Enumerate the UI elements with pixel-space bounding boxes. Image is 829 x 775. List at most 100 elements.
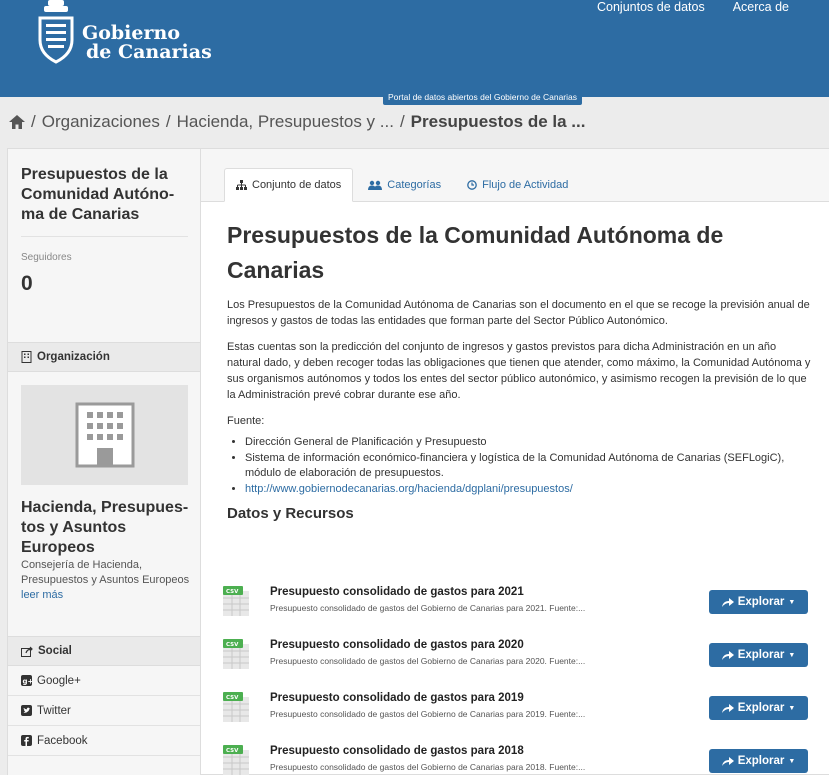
sitemap-icon <box>236 180 247 190</box>
resource-item[interactable]: CSV Presupuesto consolidado de gastos pa… <box>223 745 823 775</box>
breadcrumb-separator: / <box>165 112 171 131</box>
building-icon <box>21 351 32 363</box>
caret-down-icon: ▼ <box>788 704 796 712</box>
explore-button[interactable]: Explorar ▼ <box>709 643 808 667</box>
breadcrumb-organization[interactable]: Hacienda, Presupuestos y ... <box>177 112 394 132</box>
resource-description: Presupuesto consolidado de gastos del Go… <box>270 656 586 666</box>
dataset-content: Presupuestos de la Comunidad Autónoma de… <box>227 218 812 522</box>
page-title: Presupuestos de la Comunidad Autónoma de… <box>227 222 724 283</box>
tab-categories-label: Categorías <box>387 179 442 191</box>
explore-button-label: Explorar <box>737 596 785 608</box>
organization-image[interactable] <box>21 385 188 485</box>
tab-dataset[interactable]: Conjunto de datos <box>224 168 354 202</box>
organization-description-text: Consejería de Hacienda, Presupuestos y A… <box>21 559 190 586</box>
explore-button-label: Explorar <box>737 702 785 714</box>
twitter-icon <box>21 705 32 716</box>
nav-about[interactable]: Acerca de <box>733 0 789 14</box>
site-tagline: Portal de datos abiertos del Gobierno de… <box>383 90 583 105</box>
source-item: Dirección General de Planificación y Pre… <box>245 435 812 450</box>
breadcrumb: / Organizaciones / Hacienda, Presupuesto… <box>9 112 585 132</box>
social-facebook-label: Facebook <box>37 734 88 747</box>
svg-text:CSV: CSV <box>226 642 239 648</box>
share-arrow-icon <box>721 704 734 713</box>
resource-item[interactable]: CSV Presupuesto consolidado de gastos pa… <box>223 692 823 728</box>
top-nav: Conjuntos de datos Acerca de <box>597 0 789 14</box>
followers-label: Seguidores <box>21 252 72 263</box>
resource-description: Presupuesto consolidado de gastos del Go… <box>270 762 586 772</box>
resource-title[interactable]: Presupuesto consolidado de gastos para 2… <box>270 745 524 757</box>
organization-name: Hacienda, Presupues-tos y Asuntos Europe… <box>21 499 189 556</box>
main-panel: Presupuestos de la Comunidad Autóno-ma d… <box>7 148 829 775</box>
svg-text:g+: g+ <box>23 678 33 686</box>
divider <box>21 236 188 237</box>
svg-text:CSV: CSV <box>226 748 239 754</box>
description-paragraph-1: Los Presupuestos de la Comunidad Autónom… <box>227 299 810 327</box>
tabs: Conjunto de datos Categorías Flujo de Ac… <box>224 168 579 202</box>
organization-section-header: Organización <box>8 342 200 372</box>
read-more-link[interactable]: leer más <box>21 589 63 601</box>
social-twitter-label: Twitter <box>37 704 71 717</box>
caret-down-icon: ▼ <box>788 757 796 765</box>
site-logo[interactable]: Gobierno de Canarias <box>36 0 212 66</box>
source-label: Fuente: <box>227 415 265 427</box>
source-link[interactable]: http://www.gobiernodecanarias.org/hacien… <box>245 483 573 495</box>
resources-heading: Datos y Recursos <box>227 505 354 522</box>
nav-datasets[interactable]: Conjuntos de datos <box>597 0 705 14</box>
social-facebook[interactable]: Facebook <box>8 726 200 756</box>
google-plus-icon: g+ <box>21 675 32 686</box>
dataset-title-sidebar: Presupuestos de la Comunidad Autóno-ma d… <box>21 166 175 223</box>
building-icon <box>75 402 134 468</box>
resource-title[interactable]: Presupuesto consolidado de gastos para 2… <box>270 586 524 598</box>
users-icon <box>368 180 383 190</box>
resource-item[interactable]: CSV Presupuesto consolidado de gastos pa… <box>223 639 823 675</box>
tab-categories[interactable]: Categorías <box>357 168 452 202</box>
source-item: http://www.gobiernodecanarias.org/hacien… <box>245 482 812 497</box>
sidebar: Presupuestos de la Comunidad Autóno-ma d… <box>8 149 201 775</box>
tab-dataset-label: Conjunto de datos <box>252 179 342 191</box>
share-arrow-icon <box>721 598 734 607</box>
resource-description: Presupuesto consolidado de gastos del Go… <box>270 709 586 719</box>
source-list: Dirección General de Planificación y Pre… <box>227 435 812 497</box>
social-section-label: Social <box>38 645 72 657</box>
social-google-plus-label: Google+ <box>37 674 81 687</box>
logo-line-2: de Canarias <box>86 41 212 63</box>
social-section-header: Social <box>8 636 200 666</box>
breadcrumb-separator: / <box>31 112 36 131</box>
coat-of-arms-icon <box>38 0 74 64</box>
breadcrumb-separator: / <box>399 112 405 131</box>
csv-file-icon: CSV <box>223 745 249 775</box>
csv-file-icon: CSV <box>223 586 249 616</box>
description-paragraph-2: Estas cuentas son la predicción del conj… <box>227 341 811 401</box>
csv-file-icon: CSV <box>223 639 249 669</box>
explore-button[interactable]: Explorar ▼ <box>709 590 808 614</box>
resource-description: Presupuesto consolidado de gastos del Go… <box>270 603 586 613</box>
tab-activity[interactable]: Flujo de Actividad <box>456 168 579 202</box>
share-icon <box>21 646 33 657</box>
home-icon[interactable] <box>9 115 25 129</box>
explore-button-label: Explorar <box>737 649 785 661</box>
breadcrumb-organizations[interactable]: Organizaciones <box>42 112 160 132</box>
social-twitter[interactable]: Twitter <box>8 696 200 726</box>
source-item: Sistema de información económico-financi… <box>245 451 812 481</box>
organization-description: Consejería de Hacienda, Presupuestos y A… <box>21 558 191 603</box>
site-header: Gobierno de Canarias Conjuntos de datos … <box>0 0 829 97</box>
csv-file-icon: CSV <box>223 692 249 722</box>
explore-button[interactable]: Explorar ▼ <box>709 696 808 720</box>
resource-title[interactable]: Presupuesto consolidado de gastos para 2… <box>270 692 524 704</box>
social-google-plus[interactable]: g+ Google+ <box>8 666 200 696</box>
share-arrow-icon <box>721 651 734 660</box>
resource-item[interactable]: CSV Presupuesto consolidado de gastos pa… <box>223 586 823 622</box>
breadcrumb-dataset[interactable]: Presupuestos de la ... <box>411 112 586 132</box>
caret-down-icon: ▼ <box>788 598 796 606</box>
explore-button[interactable]: Explorar ▼ <box>709 749 808 773</box>
resource-title[interactable]: Presupuesto consolidado de gastos para 2… <box>270 639 524 651</box>
followers-count: 0 <box>21 272 33 295</box>
caret-down-icon: ▼ <box>788 651 796 659</box>
svg-text:CSV: CSV <box>226 695 239 701</box>
clock-icon <box>467 180 477 190</box>
explore-button-label: Explorar <box>737 755 785 767</box>
share-arrow-icon <box>721 757 734 766</box>
facebook-icon <box>21 735 32 746</box>
svg-text:CSV: CSV <box>226 589 239 595</box>
organization-section-label: Organización <box>37 351 110 363</box>
